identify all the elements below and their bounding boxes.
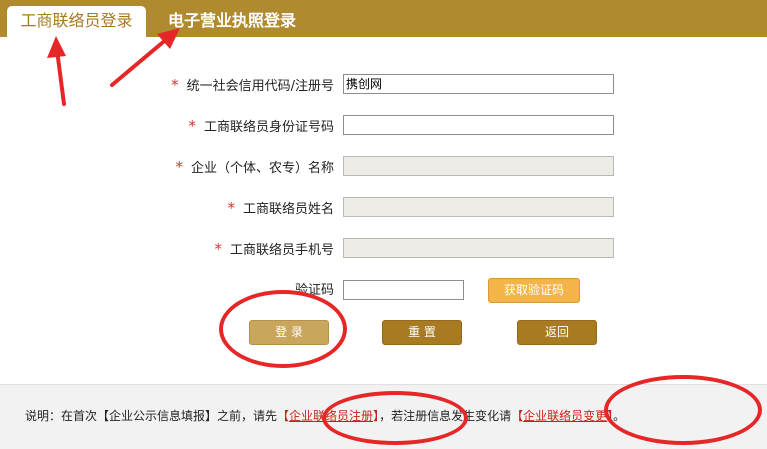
annotation-arrows	[47, 28, 180, 106]
annotation-arrow-line	[110, 36, 170, 87]
annotation-arrowhead	[47, 36, 66, 58]
annotation-arrow-line	[55, 48, 66, 106]
